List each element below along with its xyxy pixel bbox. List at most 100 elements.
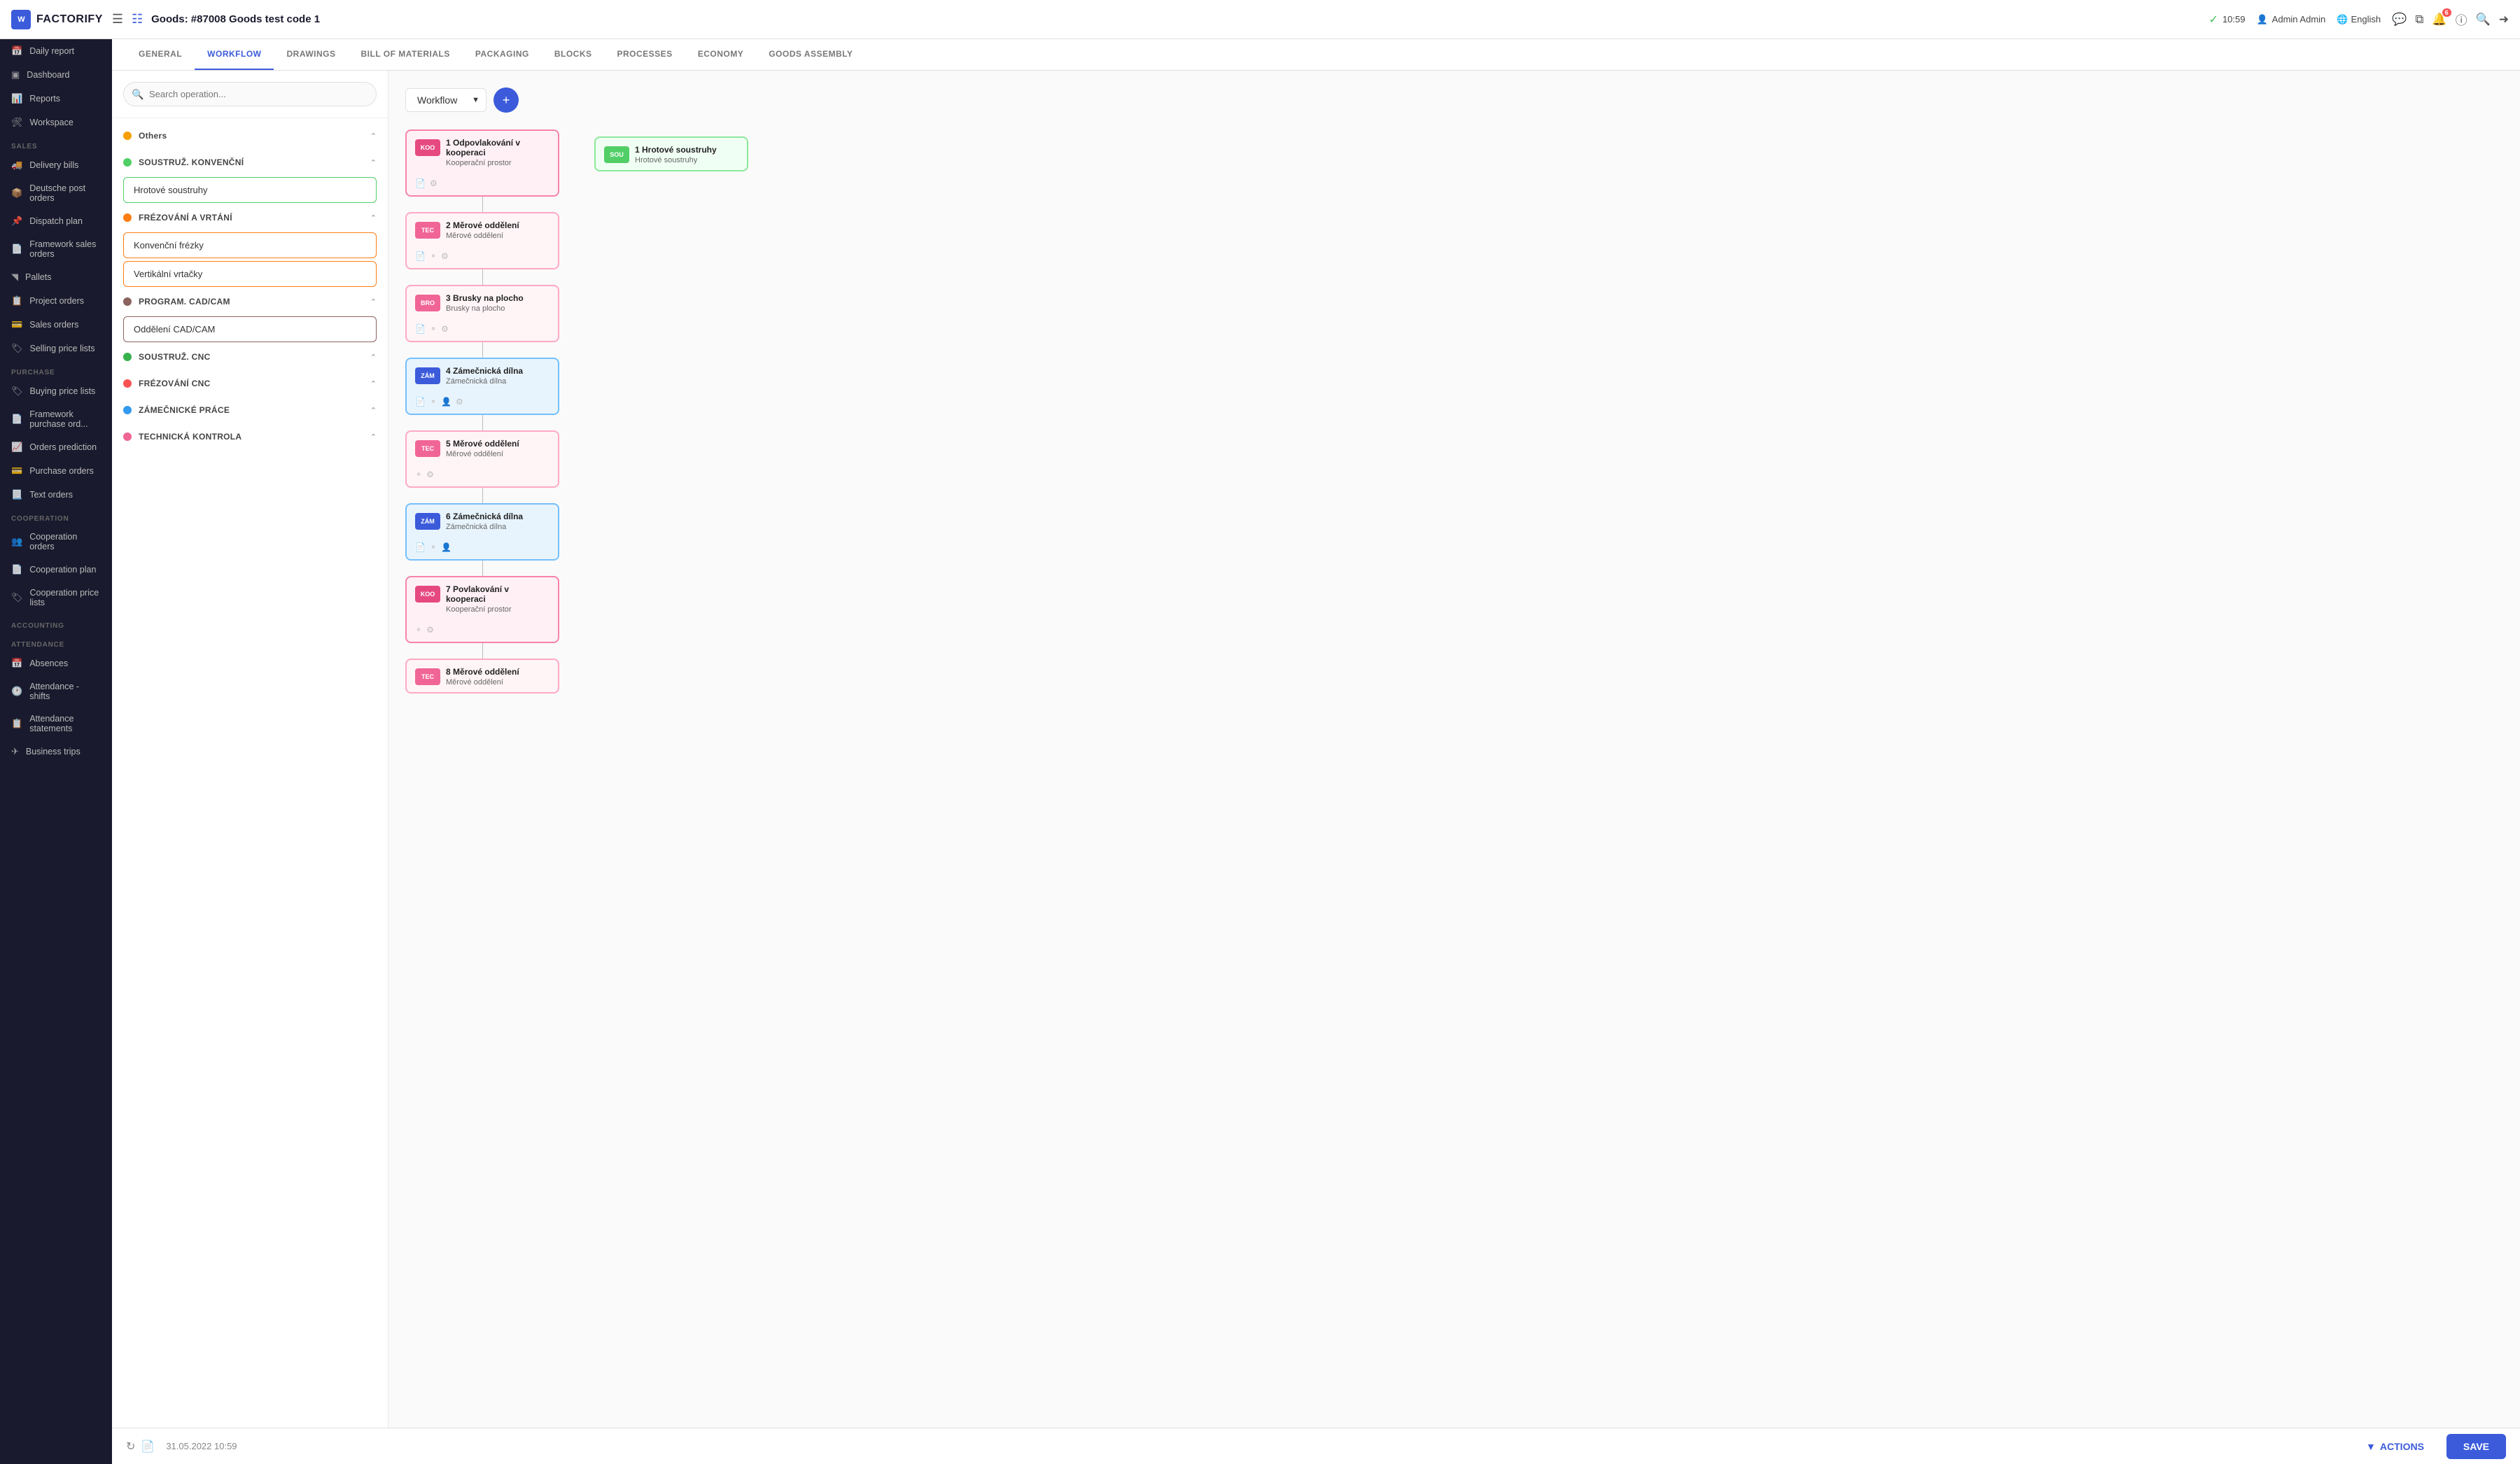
- grid-icon[interactable]: ⧉: [2415, 13, 2423, 27]
- group-label-soust-konv: SOUSTRUŽ. KONVENČNÍ: [139, 157, 244, 167]
- tab-drawings[interactable]: DRAWINGS: [274, 39, 348, 70]
- node-sub-3: Brusky na plocho: [446, 304, 550, 313]
- search-input[interactable]: [123, 82, 377, 106]
- workflow-add-button[interactable]: +: [493, 87, 519, 113]
- op-group-frezovani-header[interactable]: FRÉZOVÁNÍ A VRTÁNÍ ⌃: [112, 206, 388, 230]
- sidebar-item-attendance-statements[interactable]: 📋 Attendance statements: [0, 708, 112, 740]
- workflow-node-side-1[interactable]: SOU 1 Hrotové soustruhy Hrotové soustruh…: [594, 136, 748, 171]
- node-name-5: 5 Měrové oddělení: [446, 439, 550, 449]
- sidebar-item-daily-report[interactable]: 📅 Daily report: [0, 39, 112, 63]
- topbar-lang[interactable]: 🌐 English: [2337, 14, 2381, 25]
- workflow-node-2[interactable]: TEC 2 Měrové oddělení Měrové oddělení 📄: [405, 212, 559, 269]
- node-sub-1: Kooperační prostor: [446, 159, 550, 167]
- sidebar-item-workspace[interactable]: 🛠 Workspace: [0, 111, 112, 134]
- topbar-icons: 💬 ⧉ 🔔 6 ⓘ 🔍 ➜: [2392, 10, 2509, 28]
- sidebar-item-dashboard[interactable]: ▣ Dashboard: [0, 63, 112, 87]
- cooperation-price-icon: 🏷: [11, 592, 23, 603]
- sidebar-item-cooperation-plan[interactable]: 📄 Cooperation plan: [0, 558, 112, 582]
- chevron-soust-cnc: ⌃: [370, 353, 377, 362]
- connector-v: [482, 488, 483, 503]
- sidebar-item-framework-purchase[interactable]: 📄 Framework purchase ord...: [0, 403, 112, 435]
- op-item-label: Hrotové soustruhy: [134, 185, 208, 195]
- op-group-technicka-header[interactable]: TECHNICKÁ KONTROLA ⌃: [112, 425, 388, 449]
- sidebar-item-pallets[interactable]: ◥ Pallets: [0, 265, 112, 289]
- op-group-frezovani-cnc-header[interactable]: FRÉZOVÁNÍ CNC ⌃: [112, 372, 388, 395]
- node-name-7: 7 Povlakování v kooperaci: [446, 584, 550, 604]
- group-label-cad-cam: PROGRAM. CAD/CAM: [139, 297, 230, 307]
- workflow-node-6[interactable]: ZÁM 6 Zámečnická dílna Zámečnická dílna …: [405, 503, 559, 561]
- sidebar-item-cooperation-orders[interactable]: 👥 Cooperation orders: [0, 526, 112, 558]
- sidebar-label: Workspace: [30, 118, 74, 127]
- op-group-cad-cam-header[interactable]: PROGRAM. CAD/CAM ⌃: [112, 290, 388, 314]
- workflow-node-8[interactable]: TEC 8 Měrové oddělení Měrové oddělení: [405, 659, 559, 694]
- sidebar-item-reports[interactable]: 📊 Reports: [0, 87, 112, 111]
- content-area: GENERAL WORKFLOW DRAWINGS BILL OF MATERI…: [112, 39, 2520, 1464]
- tab-bom[interactable]: BILL OF MATERIALS: [348, 39, 462, 70]
- notifications-icon[interactable]: 🔔 6: [2432, 13, 2446, 27]
- workflow-node-3[interactable]: BRO 3 Brusky na plocho Brusky na plocho …: [405, 285, 559, 342]
- group-dot-soust-konv: [123, 158, 132, 167]
- tab-general[interactable]: GENERAL: [126, 39, 195, 70]
- sidebar-item-text-orders[interactable]: 📃 Text orders: [0, 483, 112, 507]
- reports-icon: 📊: [11, 93, 22, 104]
- workflow-node-7[interactable]: KOO 7 Povlakování v kooperaci Kooperační…: [405, 576, 559, 643]
- node-name-side: 1 Hrotové soustruhy: [635, 145, 738, 155]
- save-button[interactable]: SAVE: [2446, 1434, 2506, 1459]
- op-item-konv-frezky[interactable]: Konvenční frézky: [123, 232, 377, 258]
- tab-economy[interactable]: ECONOMY: [685, 39, 757, 70]
- messages-icon[interactable]: 💬: [2392, 13, 2407, 27]
- node-sub-6: Zámečnická dílna: [446, 523, 550, 531]
- sidebar-item-framework-sales[interactable]: 📄 Framework sales orders: [0, 233, 112, 265]
- node-icon-person: 👤: [441, 542, 451, 552]
- node-sub-4: Zámečnická dílna: [446, 377, 550, 386]
- op-group-others-header[interactable]: Others ⌃: [112, 124, 388, 148]
- sidebar-item-business-trips[interactable]: ✈ Business trips: [0, 740, 112, 763]
- menu-toggle[interactable]: ☰: [112, 12, 123, 27]
- sidebar-item-selling-price[interactable]: 🏷 Selling price lists: [0, 337, 112, 360]
- node-icon-file: 📄: [415, 397, 426, 407]
- op-group-soust-cnc-header[interactable]: SOUSTRUŽ. CNC ⌃: [112, 345, 388, 369]
- delivery-icon: 🚚: [11, 160, 22, 171]
- node-label-code-6: ZÁM: [415, 513, 440, 530]
- op-group-soust-konv-header[interactable]: SOUSTRUŽ. KONVENČNÍ ⌃: [112, 150, 388, 174]
- workflow-select[interactable]: Workflow: [405, 88, 486, 112]
- search-icon[interactable]: 🔍: [2476, 13, 2491, 27]
- sidebar-label: Dashboard: [27, 70, 69, 80]
- sidebar-item-cooperation-price[interactable]: 🏷 Cooperation price lists: [0, 582, 112, 614]
- sidebar-item-dispatch-plan[interactable]: 📌 Dispatch plan: [0, 209, 112, 233]
- history-icon[interactable]: ↻: [126, 1440, 135, 1454]
- sidebar-item-delivery-bills[interactable]: 🚚 Delivery bills: [0, 153, 112, 177]
- op-item-hrotove[interactable]: Hrotové soustruhy: [123, 177, 377, 203]
- node-icon-clock: ⚬: [415, 625, 422, 635]
- sidebar-item-attendance-shifts[interactable]: 🕐 Attendance - shifts: [0, 675, 112, 708]
- sidebar-item-absences[interactable]: 📅 Absences: [0, 652, 112, 675]
- sidebar-item-orders-prediction[interactable]: 📈 Orders prediction: [0, 435, 112, 459]
- op-item-vert-vrtacky[interactable]: Vertikální vrtačky: [123, 261, 377, 287]
- actions-button[interactable]: ▼ ACTIONS: [2352, 1434, 2438, 1459]
- sidebar-item-project-orders[interactable]: 📋 Project orders: [0, 289, 112, 313]
- workflow-header: Workflow ▼ +: [405, 87, 2503, 113]
- sidebar-item-deutsche-post[interactable]: 📦 Deutsche post orders: [0, 177, 112, 209]
- sidebar-item-buying-price[interactable]: 🏷 Buying price lists: [0, 379, 112, 403]
- logo-area: W FACTORIFY ☰: [11, 10, 123, 29]
- tab-workflow[interactable]: WORKFLOW: [195, 39, 274, 70]
- workflow-node-1[interactable]: KOO 1 Odpovlakování v kooperaci Kooperač…: [405, 129, 559, 197]
- workflow-node-5[interactable]: TEC 5 Měrové oddělení Měrové oddělení ⚬: [405, 430, 559, 488]
- tab-packaging[interactable]: PACKAGING: [463, 39, 542, 70]
- logout-icon[interactable]: ➜: [2499, 13, 2509, 27]
- sidebar-item-purchase-orders[interactable]: 💳 Purchase orders: [0, 459, 112, 483]
- add-icon: +: [503, 93, 510, 108]
- sidebar-item-sales-orders[interactable]: 💳 Sales orders: [0, 313, 112, 337]
- op-group-zamecnicke-header[interactable]: ZÁMEČNICKÉ PRÁCE ⌃: [112, 398, 388, 422]
- tab-blocks[interactable]: BLOCKS: [542, 39, 605, 70]
- attendance-statements-icon: 📋: [11, 718, 22, 729]
- sidebar-label: Framework purchase ord...: [29, 409, 101, 429]
- export-icon[interactable]: 📄: [141, 1440, 155, 1454]
- workflow-node-4[interactable]: ZÁM 4 Zámečnická dílna Zámečnická dílna …: [405, 358, 559, 415]
- tab-goods-assembly[interactable]: GOODS ASSEMBLY: [756, 39, 865, 70]
- tab-processes[interactable]: PROCESSES: [605, 39, 685, 70]
- node-icon-clock: ⚬: [430, 324, 437, 334]
- help-icon[interactable]: ⓘ: [2456, 10, 2468, 28]
- op-item-cad-cam-oddeleni[interactable]: Oddělení CAD/CAM: [123, 316, 377, 342]
- absences-icon: 📅: [11, 658, 22, 669]
